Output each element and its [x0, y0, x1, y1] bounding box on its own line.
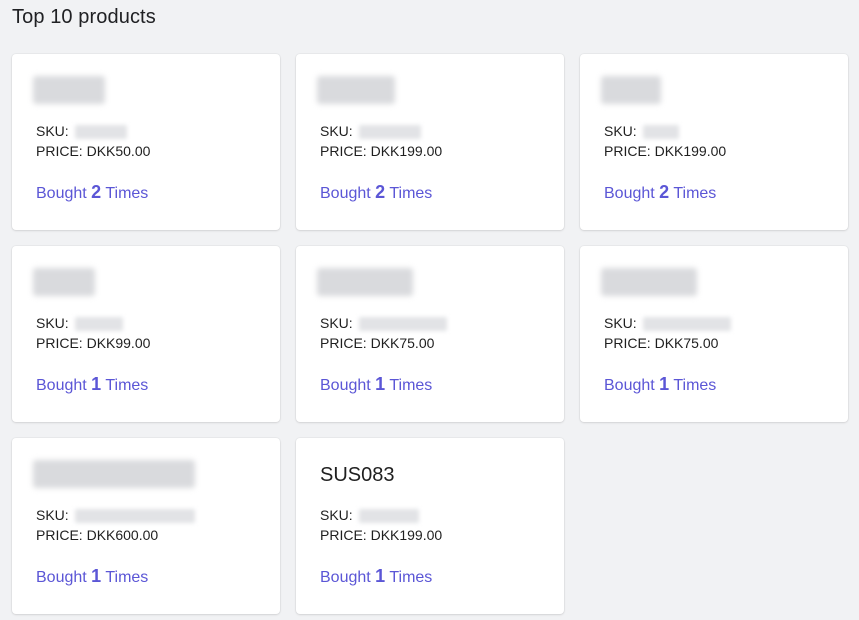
sku-label: SKU: — [320, 123, 353, 139]
bought-suffix: Times — [389, 185, 433, 202]
product-name: SUS083 — [320, 464, 395, 486]
product-sku: SKU: — [604, 315, 731, 333]
product-name-redacted — [317, 268, 413, 296]
bought-prefix: Bought — [36, 377, 87, 394]
price-value: DKK75.00 — [654, 335, 719, 351]
bought-number: 1 — [375, 566, 386, 586]
price-value: DKK199.00 — [370, 143, 443, 159]
bought-count: Bought 1 Times — [320, 566, 432, 587]
bought-prefix: Bought — [36, 185, 87, 202]
product-price: PRICE: DKK199.00 — [320, 143, 442, 159]
sku-value-redacted — [358, 317, 447, 332]
bought-prefix: Bought — [36, 569, 87, 586]
sku-label: SKU: — [36, 507, 69, 523]
product-sku: SKU: — [320, 315, 447, 333]
price-label: PRICE: — [604, 143, 651, 159]
product-card[interactable]: SUS083 SKU: PRICE: DKK199.00 Bought 1 Ti… — [296, 438, 564, 614]
sku-value-redacted — [358, 125, 421, 140]
bought-prefix: Bought — [320, 185, 371, 202]
bought-number: 2 — [91, 182, 102, 202]
bought-number: 1 — [659, 374, 670, 394]
product-card[interactable]: SKU: PRICE: DKK600.00 Bought 1 Times — [12, 438, 280, 614]
price-value: DKK199.00 — [654, 143, 727, 159]
product-name-redacted — [33, 76, 105, 104]
product-name-redacted — [33, 460, 195, 488]
product-card[interactable]: SKU: PRICE: DKK99.00 Bought 1 Times — [12, 246, 280, 422]
bought-number: 2 — [659, 182, 670, 202]
sku-label: SKU: — [36, 123, 69, 139]
sku-label: SKU: — [320, 507, 353, 523]
sku-value-redacted — [74, 509, 195, 524]
product-sku: SKU: — [36, 315, 123, 333]
price-value: DKK199.00 — [370, 527, 443, 543]
product-name-redacted — [601, 76, 661, 104]
product-price: PRICE: DKK75.00 — [604, 335, 718, 351]
bought-suffix: Times — [673, 185, 717, 202]
product-sku: SKU: — [36, 507, 195, 525]
bought-count: Bought 2 Times — [36, 182, 148, 203]
product-card[interactable]: SKU: PRICE: DKK199.00 Bought 2 Times — [296, 54, 564, 230]
sku-value-redacted — [74, 125, 127, 140]
sku-label: SKU: — [36, 315, 69, 331]
product-price: PRICE: DKK50.00 — [36, 143, 150, 159]
bought-number: 1 — [91, 374, 102, 394]
product-sku: SKU: — [320, 123, 421, 141]
bought-suffix: Times — [105, 185, 149, 202]
bought-suffix: Times — [389, 569, 433, 586]
bought-count: Bought 2 Times — [604, 182, 716, 203]
price-value: DKK99.00 — [86, 335, 151, 351]
product-sku: SKU: — [36, 123, 127, 141]
bought-number: 2 — [375, 182, 386, 202]
product-price: PRICE: DKK600.00 — [36, 527, 158, 543]
bought-prefix: Bought — [604, 185, 655, 202]
product-card[interactable]: SKU: PRICE: DKK199.00 Bought 2 Times — [580, 54, 848, 230]
product-card[interactable]: SKU: PRICE: DKK50.00 Bought 2 Times — [12, 54, 280, 230]
bought-number: 1 — [91, 566, 102, 586]
price-label: PRICE: — [320, 143, 367, 159]
product-card[interactable]: SKU: PRICE: DKK75.00 Bought 1 Times — [580, 246, 848, 422]
sku-label: SKU: — [320, 315, 353, 331]
bought-prefix: Bought — [604, 377, 655, 394]
product-price: PRICE: DKK75.00 — [320, 335, 434, 351]
bought-number: 1 — [375, 374, 386, 394]
bought-prefix: Bought — [320, 569, 371, 586]
product-name-redacted — [33, 268, 95, 296]
page-title: Top 10 products — [12, 6, 156, 28]
sku-label: SKU: — [604, 315, 637, 331]
price-value: DKK75.00 — [370, 335, 435, 351]
bought-suffix: Times — [105, 377, 149, 394]
price-label: PRICE: — [36, 527, 83, 543]
bought-suffix: Times — [389, 377, 433, 394]
bought-count: Bought 2 Times — [320, 182, 432, 203]
product-price: PRICE: DKK199.00 — [320, 527, 442, 543]
product-name-redacted — [601, 268, 697, 296]
sku-value-redacted — [74, 317, 123, 332]
product-grid: SKU: PRICE: DKK50.00 Bought 2 Times SKU:… — [12, 54, 848, 614]
price-value: DKK600.00 — [86, 527, 159, 543]
bought-count: Bought 1 Times — [604, 374, 716, 395]
price-label: PRICE: — [36, 143, 83, 159]
sku-value-redacted — [642, 125, 679, 140]
price-label: PRICE: — [36, 335, 83, 351]
price-label: PRICE: — [320, 527, 367, 543]
product-price: PRICE: DKK99.00 — [36, 335, 150, 351]
bought-suffix: Times — [105, 569, 149, 586]
sku-value-redacted — [642, 317, 731, 332]
product-price: PRICE: DKK199.00 — [604, 143, 726, 159]
price-value: DKK50.00 — [86, 143, 151, 159]
price-label: PRICE: — [320, 335, 367, 351]
bought-count: Bought 1 Times — [320, 374, 432, 395]
bought-prefix: Bought — [320, 377, 371, 394]
product-sku: SKU: — [604, 123, 679, 141]
bought-count: Bought 1 Times — [36, 374, 148, 395]
sku-value-redacted — [358, 509, 419, 524]
bought-suffix: Times — [673, 377, 717, 394]
product-card[interactable]: SKU: PRICE: DKK75.00 Bought 1 Times — [296, 246, 564, 422]
product-name-redacted — [317, 76, 395, 104]
bought-count: Bought 1 Times — [36, 566, 148, 587]
product-sku: SKU: — [320, 507, 419, 525]
price-label: PRICE: — [604, 335, 651, 351]
sku-label: SKU: — [604, 123, 637, 139]
